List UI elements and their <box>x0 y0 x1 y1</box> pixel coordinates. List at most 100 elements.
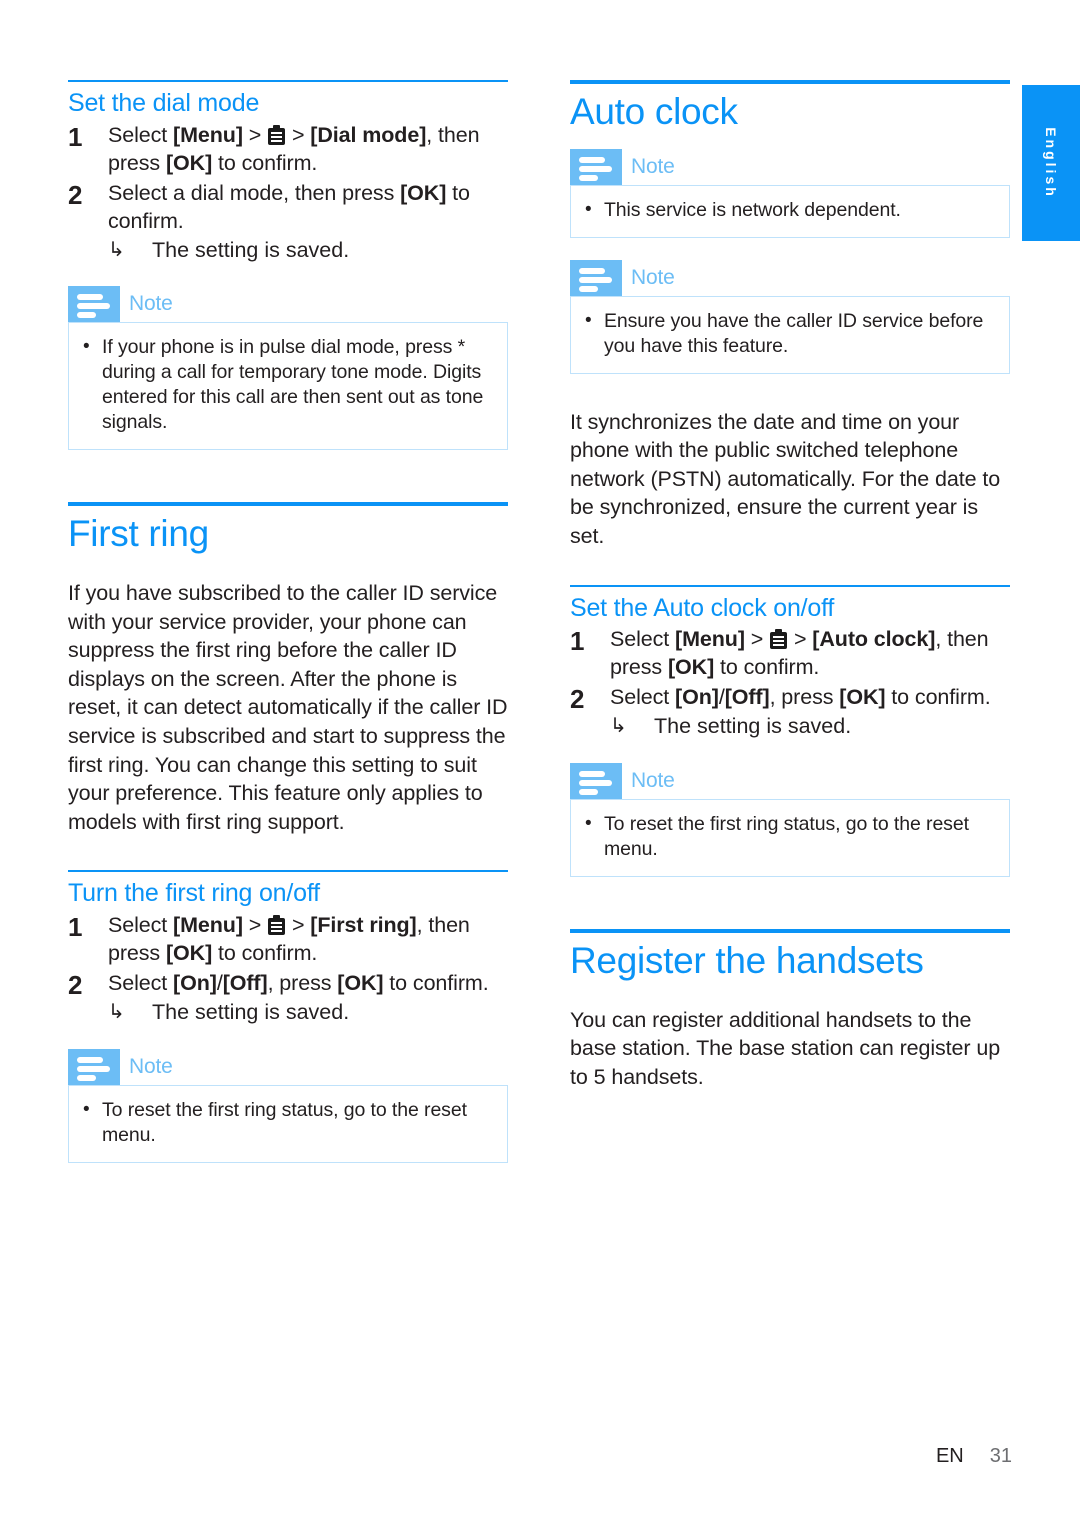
step-text: Select [Menu] > > [Auto clock], then pre… <box>610 627 989 680</box>
bullet-icon: • <box>585 309 592 331</box>
clipboard-menu-icon <box>268 915 286 936</box>
heading-rule <box>68 80 508 82</box>
note-body: • This service is network dependent. <box>570 184 1010 238</box>
bullet-icon: • <box>83 336 90 358</box>
note-lines-icon <box>68 286 120 323</box>
result-arrow-icon: ↳ <box>610 715 627 738</box>
step-item: 2 Select [On]/[Off], press [OK] to confir… <box>570 684 1010 741</box>
heading-set-auto-clock: Set the Auto clock on/off <box>570 584 1010 623</box>
heading-text: First ring <box>68 513 209 555</box>
section-first-ring: First ring If you have subscribed to the… <box>68 502 508 1163</box>
note-dial-mode: Note • If your phone is in pulse dial mode… <box>68 286 508 451</box>
language-tab: English <box>1022 85 1080 241</box>
heading-rule <box>68 870 508 873</box>
step-text: Select a dial mode, then press [OK] to c… <box>108 180 470 233</box>
step-number: 2 <box>68 969 83 1000</box>
note-header: Note <box>570 148 1010 185</box>
note-title: Note <box>631 769 675 793</box>
manual-page: Set the dial mode 1 Select [Menu] > > [Di… <box>0 0 1080 1527</box>
step-number: 2 <box>68 179 83 210</box>
note-title: Note <box>129 292 173 316</box>
heading-rule <box>570 584 1010 587</box>
note-title: Note <box>129 1054 173 1078</box>
step-result: ↳ The setting is saved. <box>108 237 508 265</box>
note-auto-clock-3: Note • To reset the first ring status, go … <box>570 763 1010 877</box>
note-item-text: This service is network dependent. <box>604 198 901 221</box>
step-result-text: The setting is saved. <box>654 714 852 739</box>
step-number: 1 <box>68 912 83 943</box>
result-arrow-icon: ↳ <box>108 238 125 261</box>
body-auto-clock: It synchronizes the date and time on you… <box>570 409 1001 548</box>
section-register-handsets: Register the handsets You can register a… <box>570 928 1010 1091</box>
heading-text: Set the Auto clock on/off <box>570 593 835 622</box>
note-item-text: To reset the first ring status, go to th… <box>102 1098 467 1146</box>
note-list-item: • To reset the first ring status, go to t… <box>585 812 995 862</box>
page-footer: EN 31 <box>0 1445 1012 1468</box>
section-set-dial-mode: Set the dial mode 1 Select [Menu] > > [Di… <box>68 80 508 451</box>
step-text: Select [Menu] > > [Dial mode], then pres… <box>108 122 480 175</box>
note-body: • If your phone is in pulse dial mode, pr… <box>68 322 508 451</box>
note-body: • To reset the first ring status, go to t… <box>570 799 1010 877</box>
note-header: Note <box>570 763 1010 800</box>
step-item: 1 Select [Menu] > > [Auto clock], then pr… <box>570 626 1010 682</box>
step-number: 2 <box>570 684 585 715</box>
note-item-text: To reset the first ring status, go to th… <box>604 813 969 860</box>
step-item: 1 Select [Menu] > > [Dial mode], then pre… <box>68 122 508 178</box>
note-header: Note <box>68 286 508 323</box>
note-title: Note <box>631 265 675 289</box>
step-text: Select [Menu] > > [First ring], then pre… <box>108 913 470 965</box>
steps-turn-first-ring: 1 Select [Menu] > > [First ring], then pr… <box>68 912 508 1027</box>
result-arrow-icon: ↳ <box>108 1000 125 1023</box>
language-tab-label: English <box>1043 127 1059 199</box>
note-item-text: If your phone is in pulse dial mode, pre… <box>102 336 484 434</box>
note-body: • To reset the first ring status, go to t… <box>68 1084 508 1163</box>
note-header: Note <box>68 1048 508 1085</box>
left-column: Set the dial mode 1 Select [Menu] > > [Di… <box>68 80 508 1163</box>
right-column: Auto clock Note • This service is network … <box>570 80 1010 1091</box>
heading-rule <box>570 80 1010 84</box>
step-item: 1 Select [Menu] > > [First ring], then pr… <box>68 912 508 968</box>
heading-text: Turn the first ring on/off <box>68 879 320 908</box>
note-list-item: • To reset the first ring status, go to t… <box>83 1098 493 1148</box>
note-lines-icon <box>570 763 622 800</box>
note-list-item: • If your phone is in pulse dial mode, pr… <box>83 335 493 435</box>
note-title: Note <box>631 154 675 178</box>
note-body: • Ensure you have the caller ID service b… <box>570 295 1010 374</box>
footer-page-number: 31 <box>989 1445 1012 1467</box>
clipboard-menu-icon <box>770 629 788 650</box>
steps-set-dial-mode: 1 Select [Menu] > > [Dial mode], then pre… <box>68 122 508 265</box>
note-list-item: • Ensure you have the caller ID service b… <box>585 309 995 359</box>
note-lines-icon <box>570 148 622 185</box>
heading-text: Auto clock <box>570 91 738 132</box>
heading-turn-first-ring: Turn the first ring on/off <box>68 870 508 908</box>
note-lines-icon <box>570 259 622 296</box>
step-number: 1 <box>68 121 83 152</box>
heading-auto-clock: Auto clock <box>570 80 1010 133</box>
note-list-item: • This service is network dependent. <box>585 198 995 223</box>
step-result: ↳ The setting is saved. <box>108 999 508 1027</box>
note-item-text: Ensure you have the caller ID service be… <box>604 309 984 357</box>
heading-text: Set the dial mode <box>68 89 260 117</box>
note-auto-clock-2: Note • Ensure you have the caller ID servi… <box>570 259 1010 374</box>
steps-set-auto-clock: 1 Select [Menu] > > [Auto clock], then pr… <box>570 626 1010 741</box>
bullet-icon: • <box>83 1098 90 1120</box>
step-item: 2 Select a dial mode, then press [OK] to … <box>68 180 508 265</box>
step-text: Select [On]/[Off], press [OK] to confirm… <box>610 685 991 710</box>
heading-rule <box>570 928 1010 933</box>
body-register-handsets: You can register additional handsets to … <box>570 1007 1001 1089</box>
footer-locale: EN <box>935 1445 964 1467</box>
bullet-icon: • <box>585 198 592 220</box>
step-result: ↳ The setting is saved. <box>610 713 1010 741</box>
clipboard-menu-icon <box>268 124 286 145</box>
step-item: 2 Select [On]/[Off], press [OK] to confir… <box>68 970 508 1027</box>
heading-set-dial-mode: Set the dial mode <box>68 80 508 118</box>
heading-rule <box>68 502 508 507</box>
note-header: Note <box>570 259 1010 296</box>
note-auto-clock-1: Note • This service is network dependent. <box>570 148 1010 238</box>
